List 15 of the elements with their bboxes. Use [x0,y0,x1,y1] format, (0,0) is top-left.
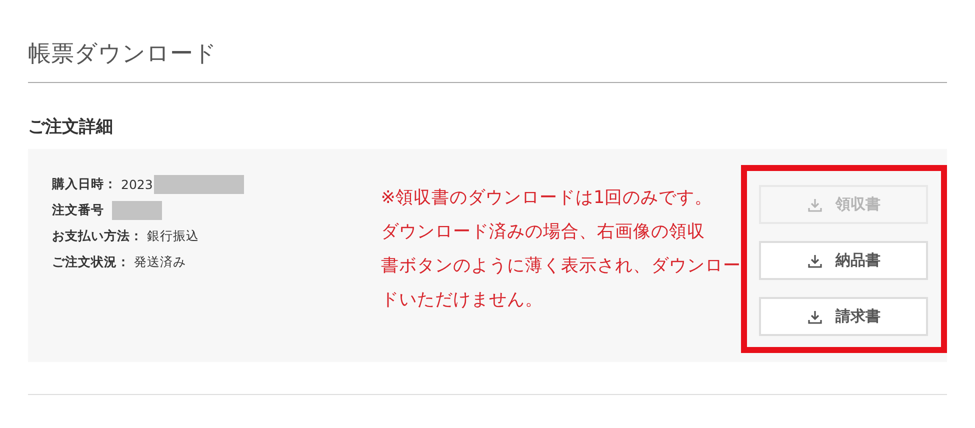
detail-label: お支払い方法： [52,228,143,244]
detail-label: 購入日時： [52,176,117,192]
download-button[interactable]: 納品書 [759,241,928,280]
detail-value: 銀行振込 [147,228,199,244]
detail-value: 2023 [121,176,153,192]
detail-label: ご注文状況： [52,254,130,270]
detail-value: 発送済み [134,254,186,270]
download-button[interactable]: 請求書 [759,297,928,336]
note-text: ※領収書のダウンロードは1回のみです。 ダウンロード済みの場合、右画像の領収 書ボタンのように薄く表示され、ダウンロー ドいただけません。 [380,187,741,312]
download-icon [807,252,824,268]
download-icon [807,196,824,212]
section-title: ご注文詳細 [28,116,114,139]
detail-label: 注文番号 [52,202,104,218]
download-icon [807,308,824,324]
page-title: 帳票ダウンロード [28,40,218,69]
